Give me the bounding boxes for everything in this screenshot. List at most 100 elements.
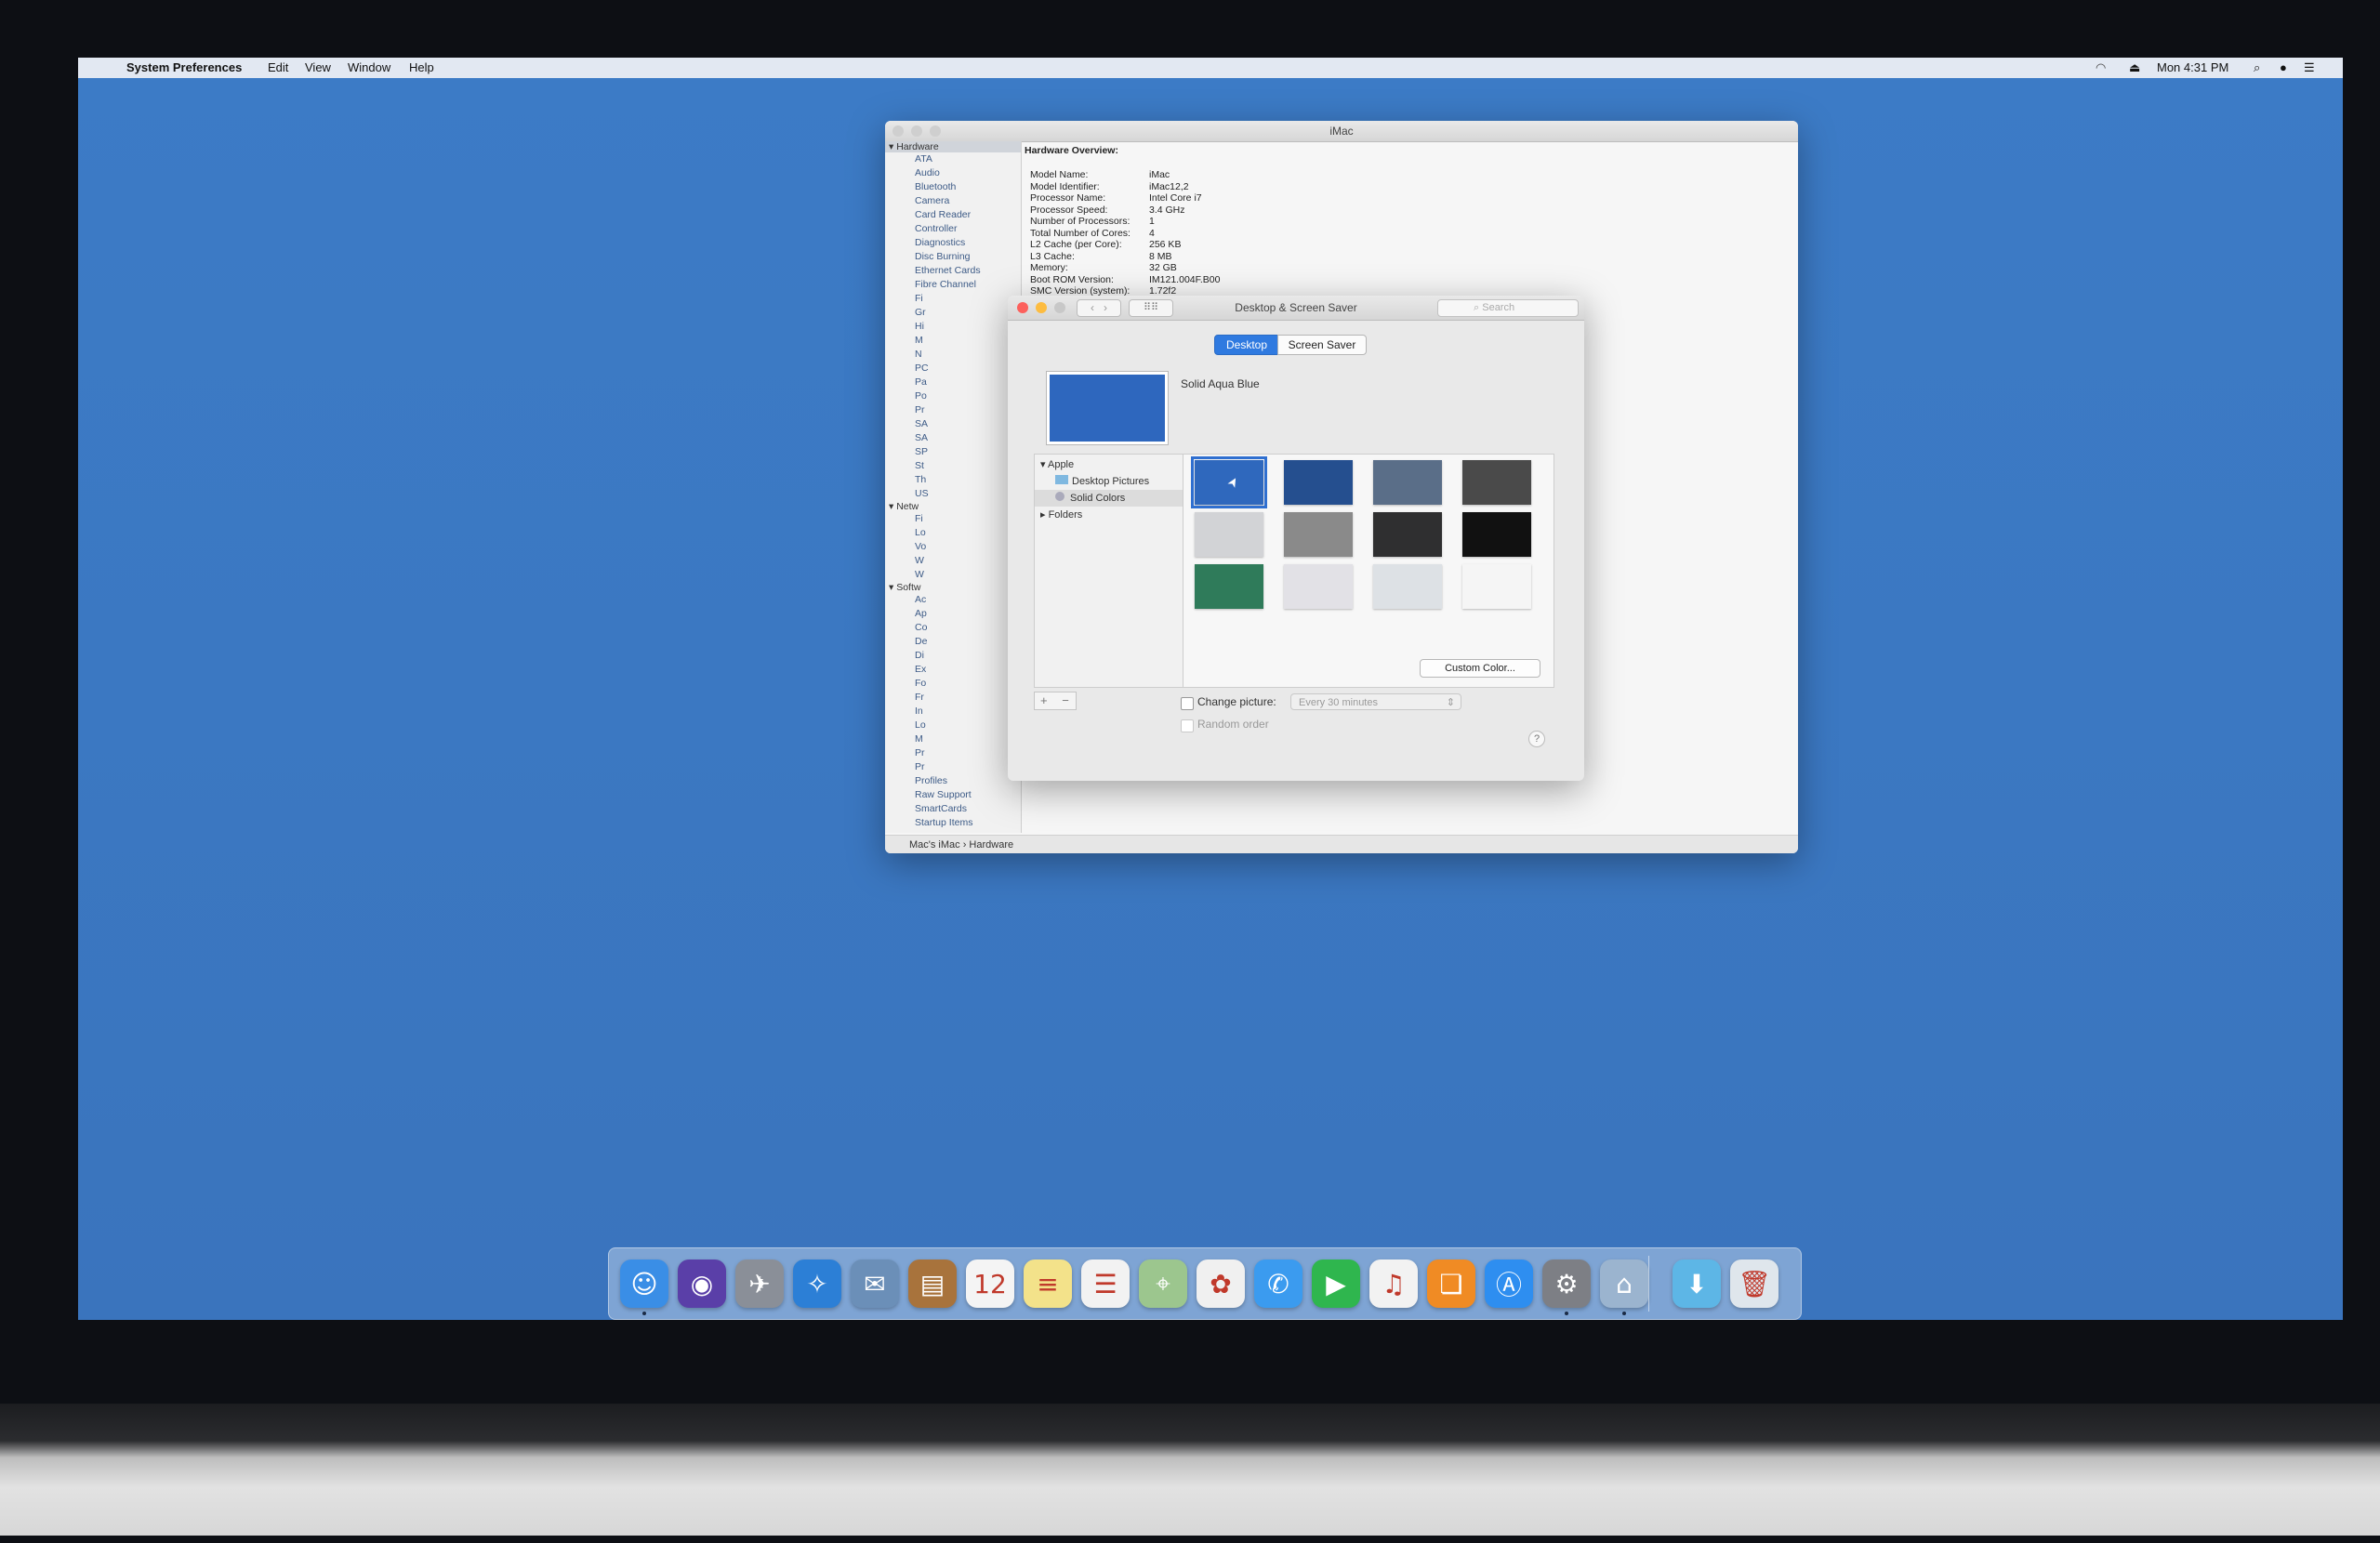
spec-row: Memory: 32 GB — [1025, 262, 1796, 274]
minimize-button[interactable] — [911, 125, 922, 137]
help-button[interactable]: ? — [1528, 731, 1545, 747]
random-order-checkbox[interactable] — [1181, 719, 1194, 732]
sidebar-section-hardware[interactable]: ▾ Hardware — [885, 141, 1021, 152]
sidebar-item-software[interactable]: Profiles — [885, 774, 1021, 788]
color-swatch[interactable] — [1284, 460, 1353, 505]
system-information-icon[interactable]: ⌂ — [1600, 1259, 1648, 1308]
sidebar-item-hardware[interactable]: Ethernet Cards — [885, 264, 1021, 278]
chevron-updown-icon: ⇕ — [1446, 697, 1455, 708]
source-group-folders[interactable]: ▸ Folders — [1040, 508, 1082, 521]
sidebar-item-hardware[interactable]: Bluetooth — [885, 180, 1021, 194]
add-folder-button[interactable]: + — [1040, 693, 1048, 707]
menu-app-name[interactable]: System Preferences — [126, 60, 242, 74]
color-swatch[interactable] — [1195, 564, 1263, 609]
color-swatch[interactable] — [1284, 512, 1353, 557]
tab-desktop[interactable]: Desktop — [1214, 335, 1279, 355]
dock-separator — [1648, 1256, 1649, 1312]
user-icon[interactable]: ● — [2280, 60, 2287, 74]
color-swatch[interactable] — [1462, 512, 1531, 557]
desktop[interactable]: System Preferences Edit View Window Help… — [78, 58, 2343, 1320]
sidebar-item-hardware[interactable]: ATA — [885, 152, 1021, 166]
messages-icon[interactable]: ✆ — [1254, 1259, 1302, 1308]
sidebar-item-software[interactable]: Startup Items — [885, 816, 1021, 830]
color-swatch[interactable] — [1373, 564, 1442, 609]
sidebar-item-hardware[interactable]: Controller — [885, 222, 1021, 236]
color-swatch[interactable] — [1284, 564, 1353, 609]
minimize-button[interactable] — [1036, 302, 1047, 313]
sidebar-section-network[interactable]: ▾ Netw — [885, 501, 1021, 512]
facetime-icon[interactable]: ▶ — [1312, 1259, 1360, 1308]
safari-icon[interactable]: ✧ — [793, 1259, 841, 1308]
color-swatch[interactable] — [1195, 512, 1263, 557]
launchpad-icon[interactable]: ✈ — [735, 1259, 784, 1308]
color-swatch[interactable] — [1462, 564, 1531, 609]
wifi-icon[interactable]: ◠ — [2096, 60, 2106, 75]
close-button[interactable] — [892, 125, 904, 137]
ibooks-icon[interactable]: ❏ — [1427, 1259, 1475, 1308]
spotlight-icon[interactable]: ⌕ — [2254, 60, 2260, 75]
menu-window[interactable]: Window — [348, 60, 390, 74]
custom-color-button[interactable]: Custom Color... — [1420, 659, 1540, 678]
spec-list: Model Name: iMac Model Identifier: iMac12,2… — [1025, 169, 1796, 297]
maps-icon[interactable]: ⌖ — [1139, 1259, 1187, 1308]
contacts-icon[interactable]: ▤ — [908, 1259, 957, 1308]
menu-clock[interactable]: Mon 4:31 PM — [2157, 60, 2228, 74]
spec-key: Model Name: — [1030, 169, 1089, 180]
show-all-grid-icon[interactable]: ⠿⠿ — [1129, 299, 1173, 317]
menu-view[interactable]: View — [305, 60, 331, 74]
calendar-icon[interactable]: 12 — [966, 1259, 1014, 1308]
color-swatch[interactable] — [1373, 512, 1442, 557]
back-forward-control[interactable]: ‹ › — [1077, 299, 1121, 317]
zoom-button[interactable] — [930, 125, 941, 137]
color-swatch[interactable] — [1462, 460, 1531, 505]
interval-dropdown[interactable]: Every 30 minutes ⇕ — [1290, 693, 1461, 710]
spec-key: Processor Name: — [1030, 192, 1106, 204]
close-button[interactable] — [1017, 302, 1028, 313]
spec-value: iMac12,2 — [1149, 180, 1189, 192]
notification-center-icon[interactable]: ☰ — [2304, 60, 2315, 75]
notes-icon[interactable]: ≡ — [1024, 1259, 1072, 1308]
siri-icon[interactable]: ◉ — [678, 1259, 726, 1308]
menu-edit[interactable]: Edit — [268, 60, 288, 74]
sysinfo-sidebar: ▾ Hardware ATA Audio Bluetooth Camera Card R… — [885, 141, 1022, 833]
finder-icon[interactable]: ☺ — [620, 1259, 668, 1308]
source-list: ▾ Apple Desktop Pictures Solid Colors ▸ … — [1034, 454, 1184, 688]
system-preferences-icon[interactable]: ⚙ — [1542, 1259, 1591, 1308]
random-order-label: Random order — [1197, 718, 1269, 731]
search-field[interactable]: ⌕ Search — [1437, 299, 1579, 317]
sidebar-item-hardware[interactable]: Disc Burning — [885, 250, 1021, 264]
desktop-preview — [1047, 372, 1168, 444]
sidebar-item-hardware[interactable]: Card Reader — [885, 208, 1021, 222]
sidebar-item-hardware[interactable]: Audio — [885, 166, 1021, 180]
sidebar-item-hardware[interactable]: Diagnostics — [885, 236, 1021, 250]
app-store-icon[interactable]: Ⓐ — [1485, 1259, 1533, 1308]
sysinfo-titlebar[interactable]: iMac — [885, 121, 1798, 142]
change-picture-label: Change picture: — [1197, 695, 1276, 708]
downloads-folder-icon[interactable]: ⬇ — [1673, 1259, 1721, 1308]
spec-key: Boot ROM Version: — [1030, 273, 1114, 285]
spec-key: L3 Cache: — [1030, 250, 1075, 262]
change-picture-checkbox[interactable] — [1181, 697, 1194, 710]
sidebar-item-software[interactable]: SmartCards — [885, 802, 1021, 816]
sidebar-item-software[interactable]: Raw Support — [885, 788, 1021, 802]
color-swatch[interactable] — [1373, 460, 1442, 505]
zoom-button[interactable] — [1054, 302, 1065, 313]
remove-folder-button[interactable]: − — [1062, 693, 1069, 707]
source-solid-colors[interactable]: Solid Colors — [1055, 492, 1125, 504]
trash-icon[interactable]: 🗑 — [1730, 1259, 1778, 1308]
dss-titlebar[interactable]: ‹ › ⠿⠿ Desktop & Screen Saver ⌕ Search — [1008, 296, 1584, 321]
photos-icon[interactable]: ✿ — [1197, 1259, 1245, 1308]
spec-value: 256 KB — [1149, 239, 1182, 250]
reminders-icon[interactable]: ☰ — [1081, 1259, 1130, 1308]
itunes-icon[interactable]: ♫ — [1369, 1259, 1418, 1308]
tab-screen-saver[interactable]: Screen Saver — [1277, 335, 1367, 355]
mail-icon[interactable]: ✉ — [851, 1259, 899, 1308]
sidebar-item-hardware[interactable]: Fibre Channel — [885, 278, 1021, 292]
sidebar-section-software[interactable]: ▾ Softw — [885, 582, 1021, 593]
sidebar-item-hardware[interactable]: Camera — [885, 194, 1021, 208]
eject-icon[interactable]: ⏏ — [2129, 60, 2140, 75]
menu-help[interactable]: Help — [409, 60, 434, 74]
source-group-apple[interactable]: ▾ Apple — [1040, 458, 1074, 470]
spec-row: Model Identifier: iMac12,2 — [1025, 181, 1796, 193]
source-desktop-pictures[interactable]: Desktop Pictures — [1055, 475, 1149, 487]
